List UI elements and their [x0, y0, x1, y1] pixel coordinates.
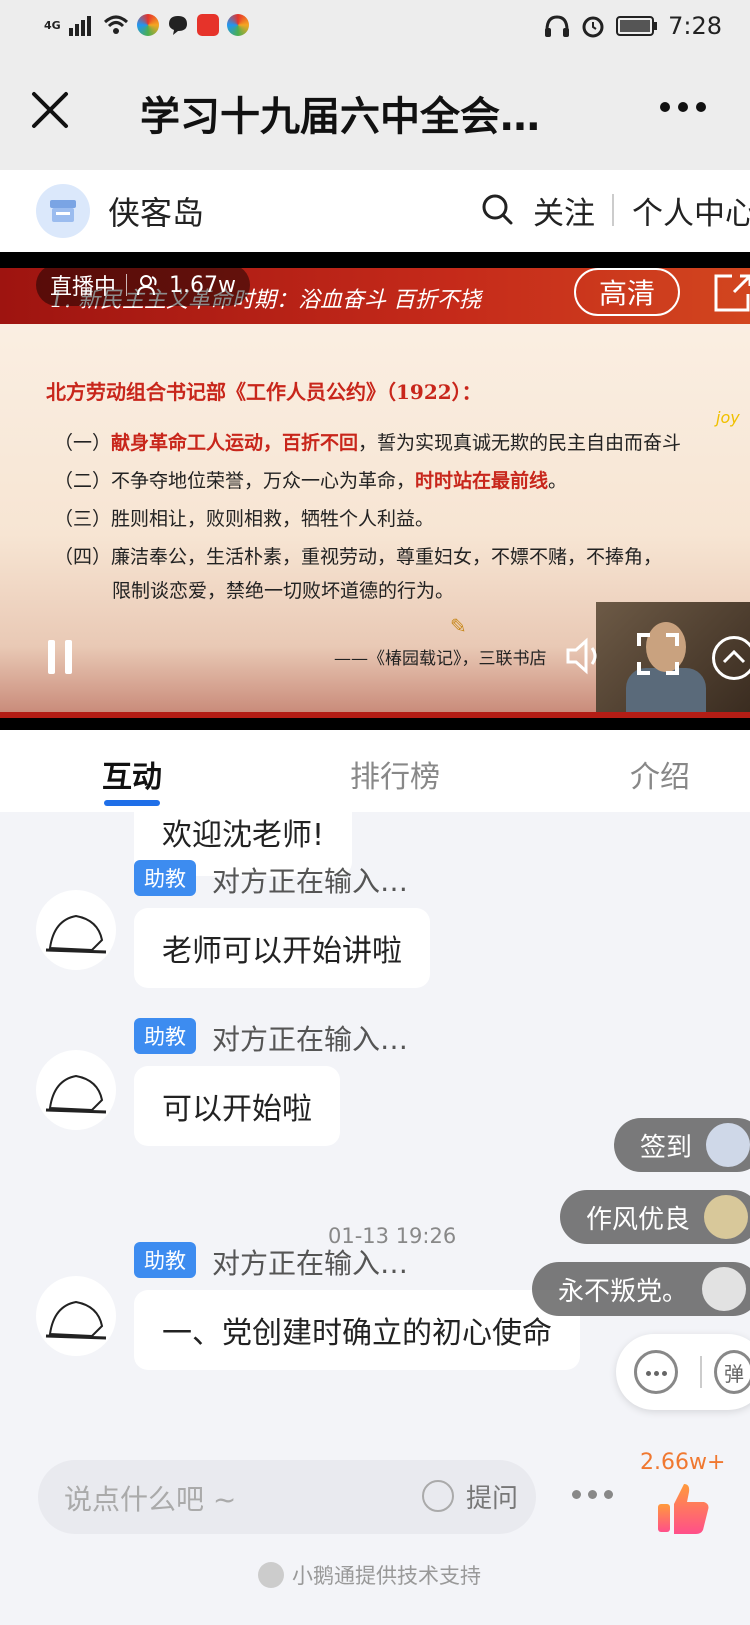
status-right: 7:28: [544, 12, 722, 40]
danmaku-text: 签到: [640, 1132, 693, 1163]
sender-name: 对方正在输入…: [212, 1023, 409, 1056]
avatar[interactable]: [36, 1050, 116, 1130]
video-player[interactable]: 1. 新民主主义革命时期：浴血奋斗 百折不挠 北方劳动组合书记部《工作人员公约》…: [0, 252, 750, 730]
page-title: 学习十九届六中全会…: [140, 94, 540, 140]
personal-center-link[interactable]: 个人中心: [632, 188, 750, 233]
viewer-count: 1.67w: [169, 272, 236, 298]
avatar: [704, 1195, 749, 1239]
avatar: [706, 1123, 750, 1167]
slide-line: （一）献身革命工人运动，百折不回，誓为实现真诚无欺的民主自由而奋斗: [54, 432, 682, 454]
nav-bar: 学习十九届六中全会…: [0, 52, 750, 170]
wifi-icon: [103, 15, 128, 34]
divider: [700, 1356, 702, 1388]
sender-name: 对方正在输入…: [212, 865, 409, 898]
battery-icon: [616, 16, 658, 36]
question-radio[interactable]: [422, 1480, 454, 1512]
comment-icon[interactable]: [634, 1350, 678, 1394]
alarm-icon: [582, 16, 604, 38]
danmaku-item: 永不叛党。: [532, 1262, 750, 1316]
video-progress-bar[interactable]: [0, 712, 750, 718]
status-left: 4G: [44, 14, 249, 36]
danmaku-text: 永不叛党。: [558, 1276, 689, 1307]
status-bar: 4G 7:28: [0, 0, 750, 52]
powered-by-text: 小鹅通提供技术支持: [292, 1564, 481, 1588]
close-icon[interactable]: [30, 90, 70, 130]
tab-interact[interactable]: 互动: [102, 752, 162, 796]
fullscreen-icon[interactable]: [636, 632, 680, 676]
avatar: [702, 1267, 747, 1311]
more-icon[interactable]: [572, 1490, 613, 1499]
floating-action-group: 弹: [616, 1334, 750, 1410]
powered-by: 小鹅通提供技术支持: [258, 1560, 481, 1590]
xiaoetong-logo-icon: [258, 1562, 284, 1588]
slide-heading: 北方劳动组合书记部《工作人员公约》（1922）：: [46, 380, 482, 404]
shop-name[interactable]: 侠客岛: [108, 188, 204, 234]
watermark-text: joy: [716, 408, 740, 427]
slide-line: （四）廉洁奉公，生活朴素，重视劳动，尊重妇女，不嫖不赌，不捧角，: [54, 546, 663, 568]
clock: 7:28: [668, 12, 722, 40]
live-status-badge: 直播中 1.67w: [36, 264, 250, 306]
slide-line: （三）胜则相让，败则相救，牺牲个人利益。: [54, 508, 435, 530]
danmaku-text: 作风优良: [586, 1204, 691, 1235]
bottom-bar: 说点什么吧 ~ 提问 2.66w+ 小鹅通提供技术支持: [0, 1432, 750, 1625]
tab-bar: 互动 排行榜 介绍: [0, 730, 750, 812]
pause-icon[interactable]: [48, 640, 72, 674]
chat-message-bubble: 可以开始啦: [134, 1066, 340, 1146]
slide-line: 限制谈恋爱，禁绝一切败坏道德的行为。: [112, 580, 455, 602]
viewers-icon: [137, 275, 157, 296]
comment-input[interactable]: 说点什么吧 ~ 提问: [38, 1460, 536, 1534]
danmaku-item: 作风优良: [560, 1190, 750, 1244]
shop-logo[interactable]: [36, 184, 90, 238]
sender-name: 对方正在输入…: [212, 1247, 409, 1280]
network-type: 4G: [44, 18, 61, 32]
message-icon: [168, 16, 187, 35]
app-notification-icon-2: [226, 14, 249, 36]
weibo-icon: [196, 14, 219, 36]
avatar[interactable]: [36, 890, 116, 970]
active-tab-indicator: [104, 800, 160, 806]
headphones-icon: [545, 15, 570, 37]
danmaku-toggle-button[interactable]: 弹: [714, 1350, 750, 1394]
danmaku-item: 签到: [614, 1118, 750, 1172]
app-notification-icon: [136, 14, 159, 36]
question-label[interactable]: 提问: [466, 1478, 518, 1515]
slide-line: （二）不争夺地位荣誉，万众一心为革命，时时站在最前线。: [54, 470, 568, 492]
store-icon: [50, 200, 76, 222]
like-count: 2.66w+: [640, 1450, 726, 1475]
volume-icon[interactable]: [564, 636, 604, 676]
live-label: 直播中: [50, 275, 117, 300]
avatar[interactable]: [36, 1276, 116, 1356]
follow-button[interactable]: 关注: [533, 188, 595, 233]
role-badge: 助教: [134, 860, 196, 896]
shop-bar: 侠客岛 关注 个人中心: [0, 170, 750, 252]
quality-button[interactable]: 高清: [574, 268, 680, 316]
tab-ranking[interactable]: 排行榜: [350, 752, 440, 796]
more-options-icon[interactable]: [660, 102, 706, 112]
chat-message-bubble: 老师可以开始讲啦: [134, 908, 430, 988]
search-icon[interactable]: [480, 192, 514, 226]
role-badge: 助教: [134, 1242, 196, 1278]
comment-placeholder: 说点什么吧 ~: [64, 1483, 237, 1516]
pencil-icon: ✎: [450, 614, 467, 638]
tab-intro[interactable]: 介绍: [630, 752, 690, 796]
divider: [612, 194, 614, 226]
chat-message-bubble: 一、党创建时确立的初心使命: [134, 1290, 580, 1370]
share-icon[interactable]: [712, 272, 750, 314]
thumbs-up-icon[interactable]: [656, 1480, 710, 1536]
signal-icon: [68, 16, 91, 36]
slide-source: ——《椿园载记》，三联书店: [334, 649, 547, 669]
chevron-up-icon[interactable]: [712, 636, 750, 680]
role-badge: 助教: [134, 1018, 196, 1054]
